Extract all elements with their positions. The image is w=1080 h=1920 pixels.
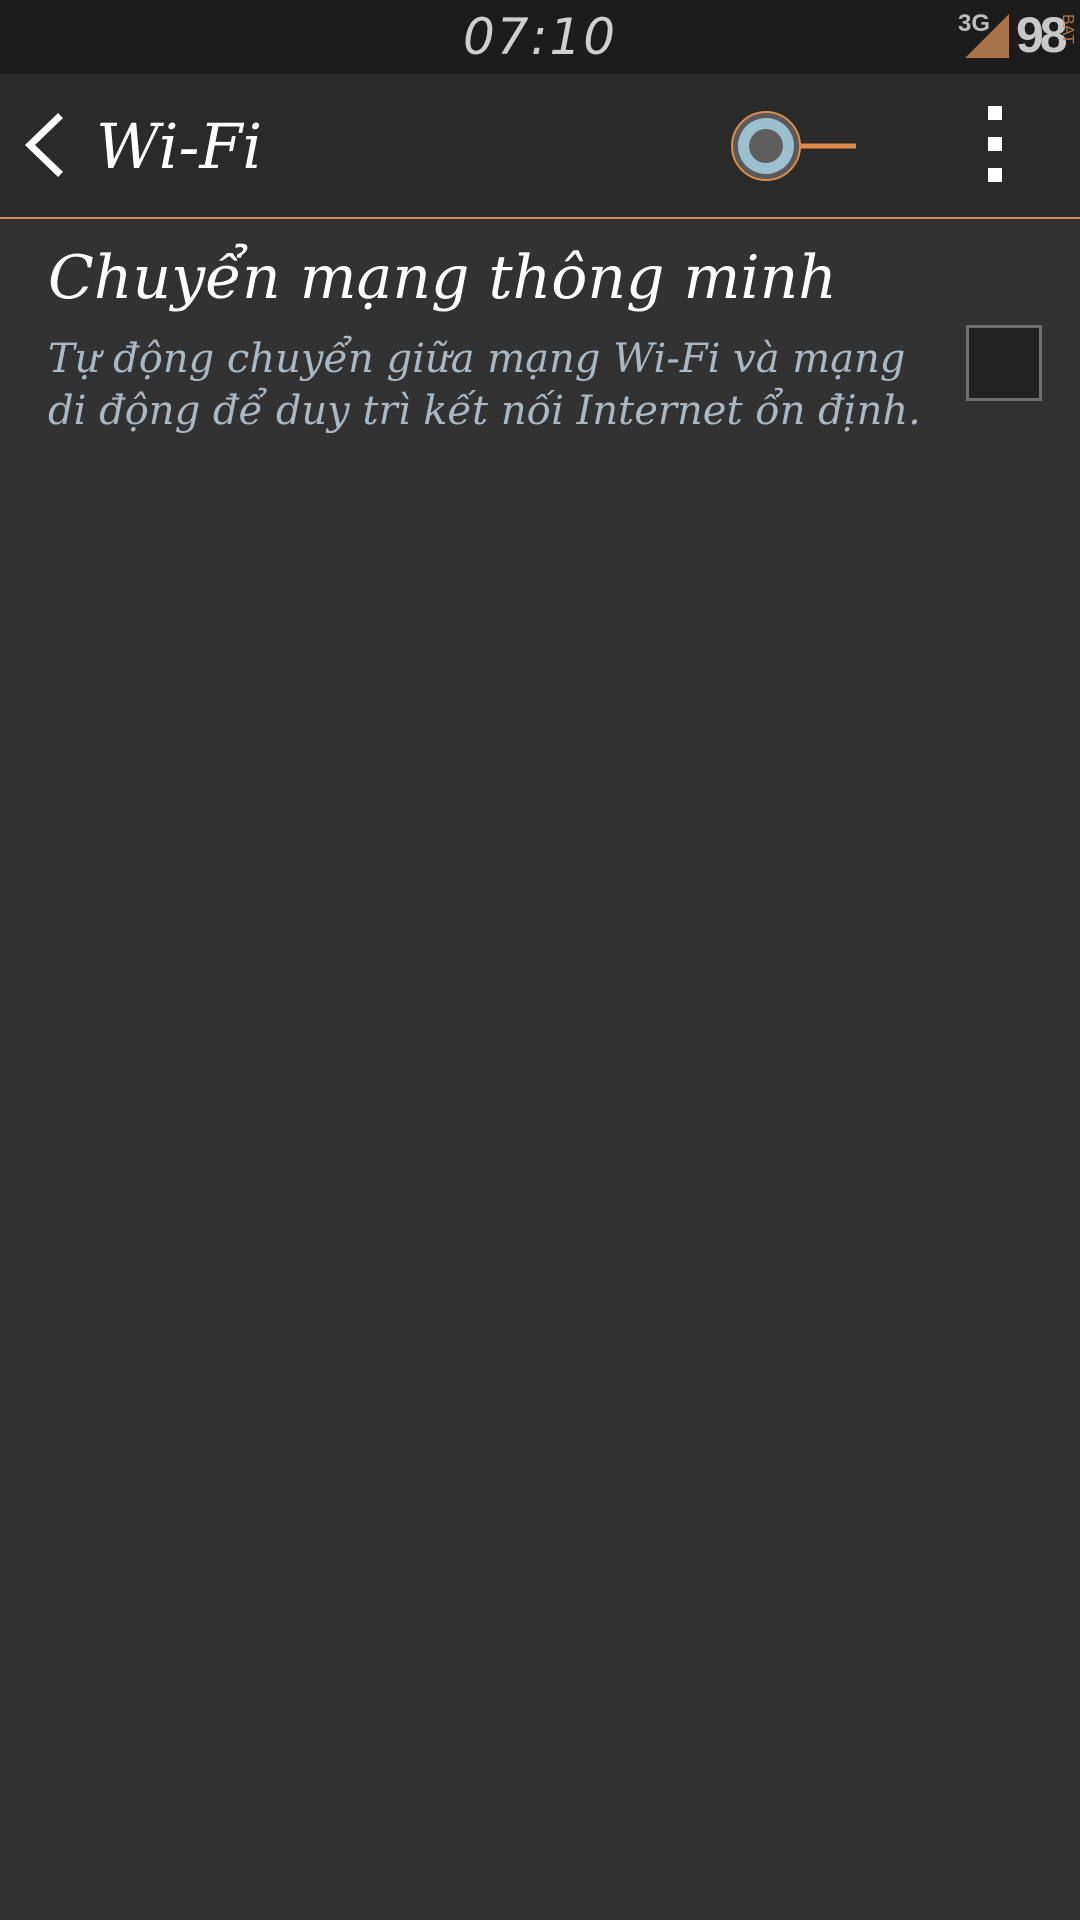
setting-checkbox[interactable] (966, 325, 1042, 401)
back-arrow-icon[interactable] (18, 110, 78, 180)
battery-level: 98 (1016, 7, 1068, 63)
status-bar: 07:10 3G 98 BAT (0, 0, 1080, 74)
battery-label: BAT (1059, 14, 1076, 44)
smart-network-switch-setting[interactable]: Chuyển mạng thông minh Tự động chuyển gi… (0, 219, 1080, 499)
setting-summary: Tự động chuyển giữa mạng Wi-Fi và mạng d… (48, 336, 921, 434)
network-type-label: 3G (958, 10, 991, 37)
overflow-dot (988, 137, 1002, 151)
overflow-menu-icon[interactable] (975, 106, 1015, 186)
status-time: 07:10 (462, 8, 618, 66)
overflow-dot (988, 168, 1002, 182)
overflow-dot (988, 106, 1002, 120)
page-title: Wi-Fi (96, 110, 263, 183)
wifi-toggle-switch[interactable] (728, 111, 858, 181)
setting-title: Chuyển mạng thông minh (48, 243, 837, 313)
action-bar: Wi-Fi (0, 74, 1080, 219)
